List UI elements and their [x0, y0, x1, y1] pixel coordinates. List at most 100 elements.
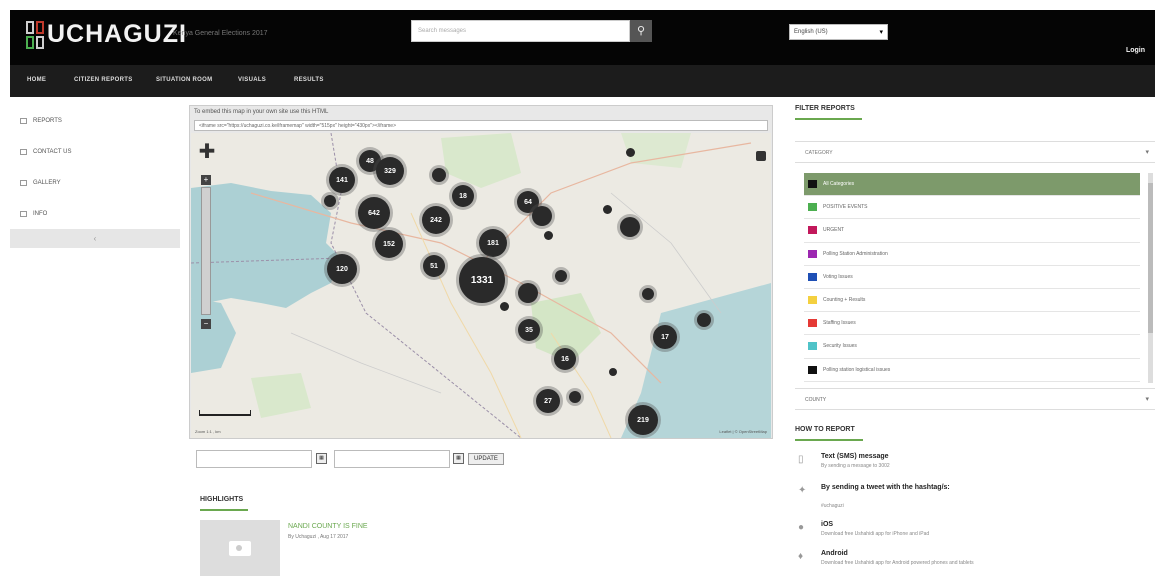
sidebar-item-label: INFO: [33, 210, 48, 217]
end-date-input[interactable]: [334, 450, 450, 468]
map-cluster[interactable]: [697, 313, 711, 327]
map-cluster[interactable]: [642, 288, 654, 300]
category-item-label: Polling Station Administration: [823, 250, 888, 257]
category-swatch: [808, 180, 817, 189]
layers-icon[interactable]: [756, 151, 766, 161]
map-cluster[interactable]: 1331: [459, 257, 505, 303]
map-cluster[interactable]: 27: [536, 389, 560, 413]
category-item-staffing-issues[interactable]: Staffing Issues: [804, 312, 1140, 336]
category-swatch: [808, 249, 817, 258]
map-cluster[interactable]: 242: [422, 206, 450, 234]
category-item-polling-admin[interactable]: Polling Station Administration: [804, 243, 1140, 266]
map-cluster[interactable]: 51: [423, 255, 445, 277]
site-logo[interactable]: UCHAGUZI: [26, 20, 187, 49]
map-cluster[interactable]: [324, 195, 336, 207]
zoom-out-button[interactable]: −: [201, 319, 211, 329]
county-dropdown[interactable]: COUNTY ▾: [795, 388, 1155, 410]
category-item-counting-results[interactable]: Counting + Results: [804, 289, 1140, 313]
category-item-label: Staffing Issues: [823, 320, 856, 327]
category-swatch: [808, 342, 817, 351]
search-button[interactable]: ⚲: [630, 20, 652, 42]
map-cluster[interactable]: 642: [358, 197, 390, 229]
sidebar-item-label: GALLERY: [33, 179, 61, 186]
sidebar-item-info[interactable]: INFO: [10, 198, 180, 229]
chevron-down-icon: ▾: [1145, 396, 1149, 403]
map-cluster[interactable]: [518, 283, 538, 303]
search-input[interactable]: Search messages: [411, 20, 630, 42]
map-marker[interactable]: [500, 302, 509, 311]
howto-item-sub: Download free Ushahidi app for Android p…: [821, 560, 974, 566]
highlights-title: HIGHLIGHTS: [200, 496, 244, 503]
category-list: All Categories POSITIVE EVENTS URGENT Po…: [804, 173, 1140, 382]
sidebar-collapse-button[interactable]: ‹: [10, 229, 180, 248]
pan-control-icon[interactable]: ✚: [196, 141, 218, 163]
filter-underline: [795, 118, 862, 120]
map-cluster[interactable]: [555, 270, 567, 282]
logo-mark-icon: [26, 20, 44, 49]
login-link[interactable]: Login: [1126, 47, 1145, 54]
nav-home[interactable]: HOME: [27, 77, 46, 83]
category-item-label: All Categories: [823, 181, 855, 188]
category-item-voting-issues[interactable]: Voting Issues: [804, 266, 1140, 289]
category-item-all[interactable]: All Categories: [804, 173, 1140, 197]
category-dropdown[interactable]: CATEGORY ▾: [795, 141, 1155, 163]
highlights-underline: [200, 509, 248, 511]
map-cluster[interactable]: 17: [653, 325, 677, 349]
android-icon: ♦: [798, 551, 804, 562]
category-scrollbar[interactable]: [1148, 173, 1153, 383]
map-marker[interactable]: [603, 205, 612, 214]
category-swatch: [808, 272, 817, 281]
nav-results[interactable]: RESULTS: [294, 77, 324, 83]
category-item-label: Voting Issues: [823, 273, 853, 280]
language-select[interactable]: English (US) ▾: [789, 24, 888, 40]
calendar-icon[interactable]: ▦: [453, 453, 464, 464]
map-marker[interactable]: [609, 368, 617, 376]
category-item-positive-events[interactable]: POSITIVE EVENTS: [804, 196, 1140, 220]
gallery-icon: [20, 179, 27, 186]
update-button[interactable]: UPDATE: [468, 453, 504, 465]
map-cluster[interactable]: 35: [518, 319, 540, 341]
search-icon: ⚲: [636, 25, 646, 37]
reports-map[interactable]: ✚ + − 48 329 141 642 242 152 181 120 133…: [191, 133, 771, 438]
zoom-slider[interactable]: [201, 187, 211, 315]
how-to-report-header: HOW TO REPORT: [795, 426, 863, 441]
map-cluster[interactable]: [532, 206, 552, 226]
map-cluster[interactable]: 329: [376, 157, 404, 185]
embed-code-field[interactable]: <iframe src="https://uchaguzi.co.ke/ifra…: [194, 120, 768, 131]
nav-situation-room[interactable]: SITUATION ROOM: [156, 77, 212, 83]
map-footer-left: Zoom 1:1 , km: [195, 429, 221, 434]
map-marker[interactable]: [544, 231, 553, 240]
camera-icon: [229, 540, 251, 556]
highlight-title-link[interactable]: NANDI COUNTY IS FINE: [288, 523, 368, 530]
sidebar-item-reports[interactable]: REPORTS: [10, 105, 180, 136]
map-cluster[interactable]: [432, 168, 446, 182]
map-cluster[interactable]: 219: [628, 405, 658, 435]
filter-reports-header: FILTER REPORTS: [795, 105, 1155, 120]
map-cluster[interactable]: 152: [375, 230, 403, 258]
category-swatch: [808, 226, 817, 235]
site-tagline: Kenya General Elections 2017: [173, 30, 268, 37]
map-cluster[interactable]: 120: [327, 254, 357, 284]
category-item-urgent[interactable]: URGENT: [804, 219, 1140, 243]
sidebar-item-contact[interactable]: CONTACT US: [10, 136, 180, 167]
map-cluster[interactable]: 181: [479, 229, 507, 257]
nav-visuals[interactable]: VISUALS: [238, 77, 266, 83]
calendar-icon[interactable]: ▦: [316, 453, 327, 464]
map-attribution[interactable]: Leaflet | © OpenStreetMap: [719, 429, 767, 434]
category-label: CATEGORY: [805, 150, 833, 156]
nav-citizen-reports[interactable]: CITIZEN REPORTS: [74, 77, 133, 83]
sidebar-item-gallery[interactable]: GALLERY: [10, 167, 180, 198]
map-cluster[interactable]: 141: [329, 167, 355, 193]
zoom-in-button[interactable]: +: [201, 175, 211, 185]
map-marker[interactable]: [626, 148, 635, 157]
howto-item-title: Android: [821, 550, 848, 557]
category-item-logistics[interactable]: Polling station logistical issues: [804, 359, 1140, 382]
category-item-security-issues[interactable]: Security Issues: [804, 335, 1140, 359]
start-date-input[interactable]: [196, 450, 312, 468]
map-cluster[interactable]: [620, 217, 640, 237]
map-cluster[interactable]: 16: [554, 348, 576, 370]
highlight-thumbnail[interactable]: [200, 520, 280, 576]
map-cluster[interactable]: 18: [452, 185, 474, 207]
map-cluster[interactable]: [569, 391, 581, 403]
filter-reports-title: FILTER REPORTS: [795, 105, 855, 112]
